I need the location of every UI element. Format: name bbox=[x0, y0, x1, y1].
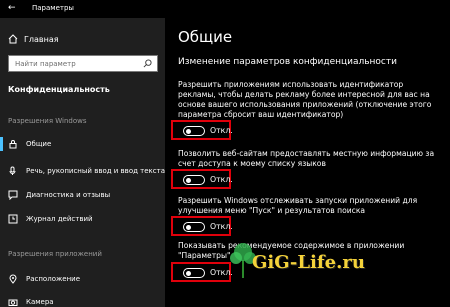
lock-icon bbox=[9, 140, 17, 149]
toggle-state: Откл. bbox=[210, 175, 233, 184]
setting-description-ad-id: Разрешить приложениям использовать идент… bbox=[178, 80, 432, 119]
feedback-icon bbox=[8, 190, 18, 200]
section-app-permissions: Разрешения приложений bbox=[8, 250, 102, 258]
setting-description-languages: Позволить веб-сайтам предоставлять местн… bbox=[178, 149, 435, 168]
sidebar: ← Параметры Главная Найти параметр Конфи… bbox=[0, 0, 165, 307]
toggle-switch[interactable] bbox=[183, 268, 205, 278]
search-icon bbox=[143, 59, 152, 68]
toggle-knob bbox=[186, 128, 191, 134]
title-bar: ← Параметры bbox=[0, 0, 165, 18]
search-input[interactable]: Найти параметр bbox=[8, 55, 158, 72]
location-icon bbox=[9, 274, 17, 284]
toggle-switch[interactable] bbox=[183, 222, 205, 232]
watermark: GiG-Life.ru bbox=[252, 252, 365, 273]
toggle-knob bbox=[186, 224, 191, 230]
sidebar-item-general[interactable]: Общие bbox=[0, 137, 52, 151]
sidebar-item-label: Журнал действий bbox=[26, 215, 93, 223]
setting-description-app-launches: Разрешить Windows отслеживать запуски пр… bbox=[178, 196, 418, 215]
toggle-state: Откл. bbox=[210, 126, 233, 135]
toggle-knob bbox=[186, 177, 191, 183]
page-title: Общие bbox=[178, 28, 233, 46]
window-title: Параметры bbox=[32, 4, 74, 12]
category-title: Конфиденциальность bbox=[8, 85, 110, 94]
sidebar-item-label: Камера bbox=[26, 298, 54, 306]
history-icon bbox=[8, 214, 18, 224]
sidebar-item-location[interactable]: Расположение bbox=[8, 274, 80, 284]
sidebar-item-label: Речь, рукописный ввод и ввод текста bbox=[26, 167, 165, 175]
toggle-ad-id[interactable]: Откл. bbox=[171, 120, 233, 140]
toggle-suggested-content[interactable]: Откл. bbox=[171, 262, 233, 282]
sidebar-item-label: Расположение bbox=[26, 275, 81, 283]
toggle-state: Откл. bbox=[210, 222, 233, 231]
sidebar-item-label: Общие bbox=[26, 140, 52, 148]
toggle-switch[interactable] bbox=[183, 175, 205, 185]
back-arrow-icon[interactable]: ← bbox=[8, 3, 16, 13]
toggle-knob bbox=[186, 270, 191, 276]
mic-pen-icon bbox=[9, 166, 16, 175]
search-placeholder: Найти параметр bbox=[15, 60, 76, 68]
camera-icon bbox=[8, 299, 18, 306]
sidebar-item-label: Диагностика и отзывы bbox=[26, 191, 111, 199]
home-icon bbox=[8, 34, 18, 44]
home-label: Главная bbox=[24, 34, 59, 44]
sidebar-item-activity[interactable]: Журнал действий bbox=[8, 214, 93, 224]
toggle-switch[interactable] bbox=[183, 126, 205, 136]
section-windows-permissions: Разрешения Windows bbox=[8, 117, 87, 125]
sidebar-item-camera[interactable]: Камера bbox=[8, 297, 54, 307]
section-title: Изменение параметров конфиденциальности bbox=[178, 57, 397, 67]
sidebar-item-speech[interactable]: Речь, рукописный ввод и ввод текста bbox=[8, 166, 165, 176]
sidebar-item-diagnostics[interactable]: Диагностика и отзывы bbox=[8, 190, 110, 200]
home-nav[interactable]: Главная bbox=[8, 34, 59, 44]
toggle-app-launches[interactable]: Откл. bbox=[171, 216, 233, 236]
toggle-languages[interactable]: Откл. bbox=[171, 169, 233, 189]
